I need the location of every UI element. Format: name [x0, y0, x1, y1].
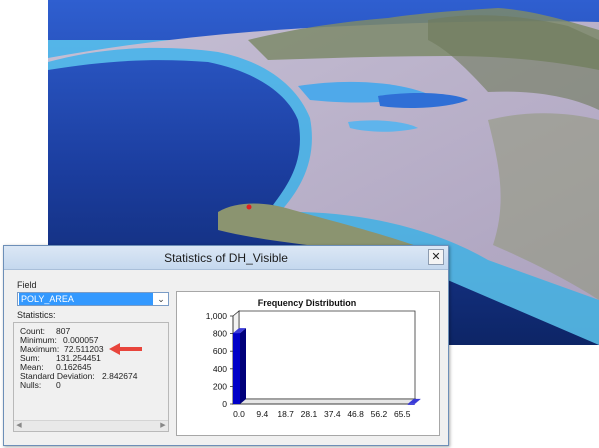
annotation-arrow: [109, 343, 142, 355]
scroll-left-icon[interactable]: ◀: [14, 421, 24, 431]
x-tick-label: 28.1: [301, 409, 318, 419]
statistics-dialog: Statistics of DH_Visible ✕ Field POLY_AR…: [3, 245, 449, 446]
plot-floor: [231, 398, 417, 405]
x-tick-label: 37.4: [324, 409, 341, 419]
x-tick-label: 46.8: [347, 409, 364, 419]
close-button[interactable]: ✕: [428, 249, 444, 265]
plot-back-wall: [238, 310, 416, 400]
bar: [407, 403, 415, 405]
field-selected-value: POLY_AREA: [19, 293, 153, 305]
y-tick-label: 400: [213, 364, 227, 374]
y-tick-label: 0: [222, 399, 227, 409]
stat-value: 0: [56, 380, 61, 390]
x-tick-label: 9.4: [256, 409, 268, 419]
title-bar: Statistics of DH_Visible ✕: [4, 246, 448, 270]
y-tick-label: 1,000: [206, 311, 228, 321]
y-tick-label: 600: [213, 346, 227, 356]
bar-side: [240, 328, 246, 404]
x-tick-label: 56.2: [371, 409, 388, 419]
bar: [233, 333, 240, 404]
field-label: Field: [17, 280, 37, 290]
frequency-chart: Frequency Distribution 0 200 400 600 800 1,00…: [206, 298, 421, 419]
x-tick-label: 18.7: [277, 409, 294, 419]
horizontal-scrollbar[interactable]: ◀ ▶: [14, 420, 168, 431]
chevron-down-icon[interactable]: ⌄: [154, 293, 168, 305]
x-tick-label: 0.0: [233, 409, 245, 419]
field-dropdown[interactable]: POLY_AREA ⌄: [17, 292, 169, 306]
y-tick-label: 800: [213, 329, 227, 339]
x-tick-label: 65.5: [394, 409, 411, 419]
statistics-list: Count: 807 Minimum: 0.000057 Maximum: 72…: [13, 322, 169, 432]
scroll-right-icon[interactable]: ▶: [158, 421, 168, 431]
statistics-label: Statistics:: [17, 310, 56, 320]
stat-label: Nulls:: [20, 380, 42, 390]
stat-value: 2.842674: [102, 371, 138, 381]
y-tick-label: 200: [213, 381, 227, 391]
frequency-chart-panel: Frequency Distribution 0 200 400 600 800 1,00…: [176, 291, 440, 436]
chart-title: Frequency Distribution: [258, 298, 357, 308]
marker-point: [246, 204, 252, 210]
dialog-title: Statistics of DH_Visible: [164, 251, 288, 265]
